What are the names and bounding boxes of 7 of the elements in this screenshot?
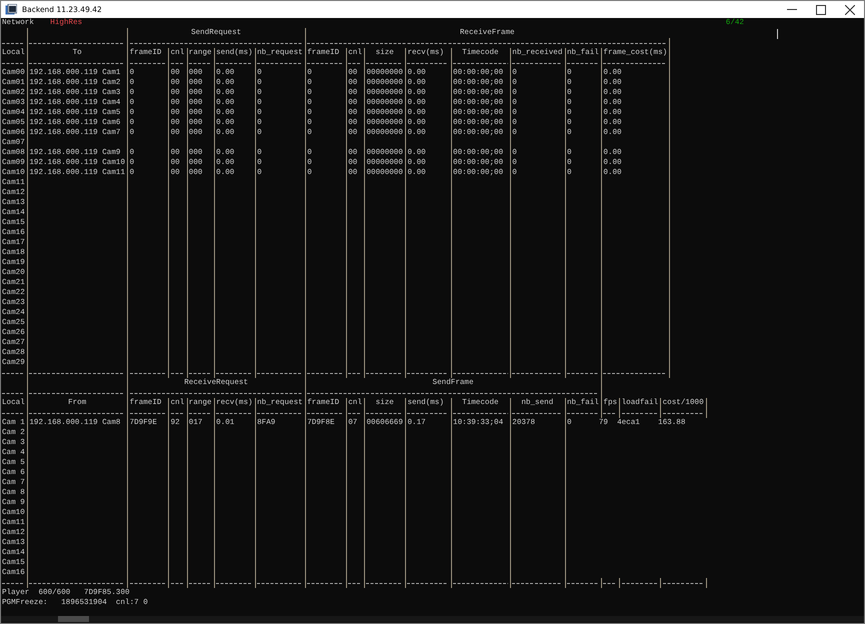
console-app-icon: [5, 4, 17, 16]
minimize-icon: [786, 9, 796, 10]
text-cursor: [777, 29, 778, 39]
maximize-icon: [816, 4, 826, 14]
scrollbar-thumb[interactable]: [58, 616, 89, 622]
close-icon: [844, 4, 854, 14]
horizontal-scrollbar[interactable]: [1, 616, 864, 622]
